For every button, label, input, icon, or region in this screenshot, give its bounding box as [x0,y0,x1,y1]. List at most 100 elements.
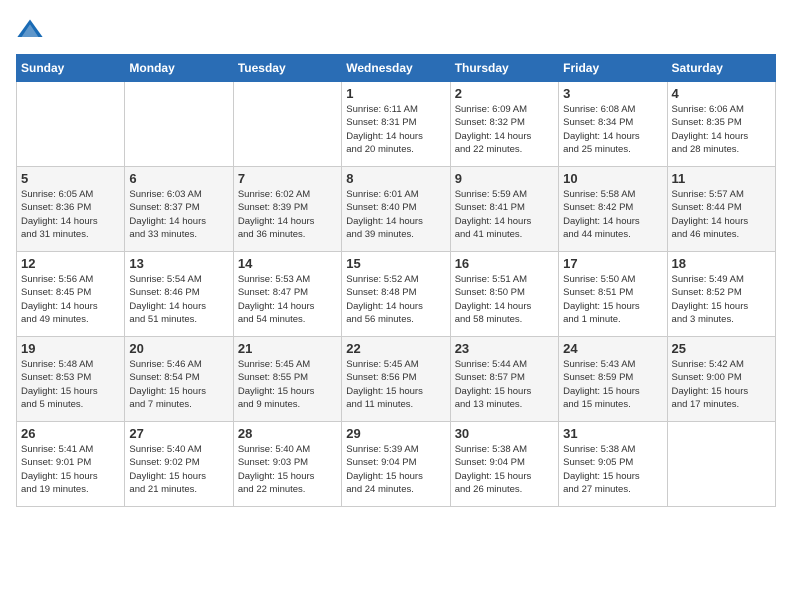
logo [16,16,48,44]
calendar-cell: 24 Sunrise: 5:43 AM Sunset: 8:59 PM Dayli… [559,337,667,422]
calendar-table: SundayMondayTuesdayWednesdayThursdayFrid… [16,54,776,507]
day-number: 12 [21,256,120,271]
calendar-cell: 31 Sunrise: 5:38 AM Sunset: 9:05 PM Dayli… [559,422,667,507]
cell-info: Sunrise: 5:43 AM Sunset: 8:59 PM Dayligh… [563,358,662,411]
day-header-thursday: Thursday [450,55,558,82]
calendar-cell: 5Sunrise: 6:05 AM Sunset: 8:36 PM Daylig… [17,167,125,252]
calendar-cell: 21 Sunrise: 5:45 AM Sunset: 8:55 PM Dayli… [233,337,341,422]
calendar-cell: 30 Sunrise: 5:38 AM Sunset: 9:04 PM Dayli… [450,422,558,507]
day-header-wednesday: Wednesday [342,55,450,82]
calendar-cell: 8 Sunrise: 6:01 AM Sunset: 8:40 PM Daylig… [342,167,450,252]
day-number: 3 [563,86,662,101]
calendar-cell: 22Sunrise: 5:45 AM Sunset: 8:56 PM Dayli… [342,337,450,422]
day-number: 25 [672,341,771,356]
calendar-cell: 28 Sunrise: 5:40 AM Sunset: 9:03 PM Dayli… [233,422,341,507]
day-header-monday: Monday [125,55,233,82]
cell-info: Sunrise: 5:45 AM Sunset: 8:55 PM Dayligh… [238,358,337,411]
cell-info: Sunrise: 5:42 AM Sunset: 9:00 PM Dayligh… [672,358,771,411]
week-row-5: 26 Sunrise: 5:41 AM Sunset: 9:01 PM Dayli… [17,422,776,507]
day-number: 23 [455,341,554,356]
cell-info: Sunrise: 5:54 AM Sunset: 8:46 PM Dayligh… [129,273,228,326]
cell-info: Sunrise: 5:40 AM Sunset: 9:02 PM Dayligh… [129,443,228,496]
calendar-cell [233,82,341,167]
calendar-cell: 3 Sunrise: 6:08 AM Sunset: 8:34 PM Daylig… [559,82,667,167]
day-number: 17 [563,256,662,271]
cell-info: Sunrise: 6:01 AM Sunset: 8:40 PM Dayligh… [346,188,445,241]
week-row-1: 1 Sunrise: 6:11 AM Sunset: 8:31 PM Daylig… [17,82,776,167]
day-number: 21 [238,341,337,356]
calendar-cell: 2 Sunrise: 6:09 AM Sunset: 8:32 PM Daylig… [450,82,558,167]
day-number: 14 [238,256,337,271]
cell-info: Sunrise: 5:39 AM Sunset: 9:04 PM Dayligh… [346,443,445,496]
day-number: 18 [672,256,771,271]
day-number: 5 [21,171,120,186]
day-number: 31 [563,426,662,441]
day-number: 29 [346,426,445,441]
cell-info: Sunrise: 5:50 AM Sunset: 8:51 PM Dayligh… [563,273,662,326]
day-number: 15 [346,256,445,271]
day-header-saturday: Saturday [667,55,775,82]
calendar-cell: 16Sunrise: 5:51 AM Sunset: 8:50 PM Dayli… [450,252,558,337]
cell-info: Sunrise: 5:57 AM Sunset: 8:44 PM Dayligh… [672,188,771,241]
cell-info: Sunrise: 5:59 AM Sunset: 8:41 PM Dayligh… [455,188,554,241]
calendar-cell: 4 Sunrise: 6:06 AM Sunset: 8:35 PM Daylig… [667,82,775,167]
cell-info: Sunrise: 5:52 AM Sunset: 8:48 PM Dayligh… [346,273,445,326]
cell-info: Sunrise: 5:41 AM Sunset: 9:01 PM Dayligh… [21,443,120,496]
calendar-cell: 12Sunrise: 5:56 AM Sunset: 8:45 PM Dayli… [17,252,125,337]
day-number: 2 [455,86,554,101]
calendar-cell: 1 Sunrise: 6:11 AM Sunset: 8:31 PM Daylig… [342,82,450,167]
day-number: 10 [563,171,662,186]
cell-info: Sunrise: 5:45 AM Sunset: 8:56 PM Dayligh… [346,358,445,411]
day-number: 30 [455,426,554,441]
calendar-cell: 11 Sunrise: 5:57 AM Sunset: 8:44 PM Dayli… [667,167,775,252]
cell-info: Sunrise: 5:38 AM Sunset: 9:04 PM Dayligh… [455,443,554,496]
week-row-3: 12Sunrise: 5:56 AM Sunset: 8:45 PM Dayli… [17,252,776,337]
day-header-tuesday: Tuesday [233,55,341,82]
day-header-sunday: Sunday [17,55,125,82]
cell-info: Sunrise: 6:06 AM Sunset: 8:35 PM Dayligh… [672,103,771,156]
calendar-cell: 26 Sunrise: 5:41 AM Sunset: 9:01 PM Dayli… [17,422,125,507]
cell-info: Sunrise: 6:08 AM Sunset: 8:34 PM Dayligh… [563,103,662,156]
page-header [16,16,776,44]
day-number: 24 [563,341,662,356]
calendar-cell: 7Sunrise: 6:02 AM Sunset: 8:39 PM Daylig… [233,167,341,252]
day-number: 11 [672,171,771,186]
day-header-friday: Friday [559,55,667,82]
day-number: 19 [21,341,120,356]
cell-info: Sunrise: 5:58 AM Sunset: 8:42 PM Dayligh… [563,188,662,241]
day-number: 1 [346,86,445,101]
week-row-4: 19 Sunrise: 5:48 AM Sunset: 8:53 PM Dayli… [17,337,776,422]
cell-info: Sunrise: 5:48 AM Sunset: 8:53 PM Dayligh… [21,358,120,411]
day-number: 9 [455,171,554,186]
day-number: 8 [346,171,445,186]
cell-info: Sunrise: 6:03 AM Sunset: 8:37 PM Dayligh… [129,188,228,241]
day-number: 26 [21,426,120,441]
calendar-cell: 18 Sunrise: 5:49 AM Sunset: 8:52 PM Dayli… [667,252,775,337]
day-number: 28 [238,426,337,441]
cell-info: Sunrise: 5:40 AM Sunset: 9:03 PM Dayligh… [238,443,337,496]
calendar-cell [17,82,125,167]
calendar-cell: 14 Sunrise: 5:53 AM Sunset: 8:47 PM Dayli… [233,252,341,337]
calendar-cell: 20Sunrise: 5:46 AM Sunset: 8:54 PM Dayli… [125,337,233,422]
day-number: 13 [129,256,228,271]
week-row-2: 5Sunrise: 6:05 AM Sunset: 8:36 PM Daylig… [17,167,776,252]
day-number: 4 [672,86,771,101]
day-number: 7 [238,171,337,186]
calendar-cell [667,422,775,507]
cell-info: Sunrise: 5:53 AM Sunset: 8:47 PM Dayligh… [238,273,337,326]
calendar-cell: 15 Sunrise: 5:52 AM Sunset: 8:48 PM Dayli… [342,252,450,337]
calendar-cell: 25 Sunrise: 5:42 AM Sunset: 9:00 PM Dayli… [667,337,775,422]
cell-info: Sunrise: 5:44 AM Sunset: 8:57 PM Dayligh… [455,358,554,411]
day-number: 6 [129,171,228,186]
calendar-cell: 19 Sunrise: 5:48 AM Sunset: 8:53 PM Dayli… [17,337,125,422]
calendar-cell [125,82,233,167]
cell-info: Sunrise: 6:09 AM Sunset: 8:32 PM Dayligh… [455,103,554,156]
cell-info: Sunrise: 5:51 AM Sunset: 8:50 PM Dayligh… [455,273,554,326]
cell-info: Sunrise: 5:38 AM Sunset: 9:05 PM Dayligh… [563,443,662,496]
day-number: 27 [129,426,228,441]
header-row: SundayMondayTuesdayWednesdayThursdayFrid… [17,55,776,82]
calendar-cell: 17 Sunrise: 5:50 AM Sunset: 8:51 PM Dayli… [559,252,667,337]
cell-info: Sunrise: 5:49 AM Sunset: 8:52 PM Dayligh… [672,273,771,326]
cell-info: Sunrise: 6:11 AM Sunset: 8:31 PM Dayligh… [346,103,445,156]
calendar-cell: 9 Sunrise: 5:59 AM Sunset: 8:41 PM Daylig… [450,167,558,252]
